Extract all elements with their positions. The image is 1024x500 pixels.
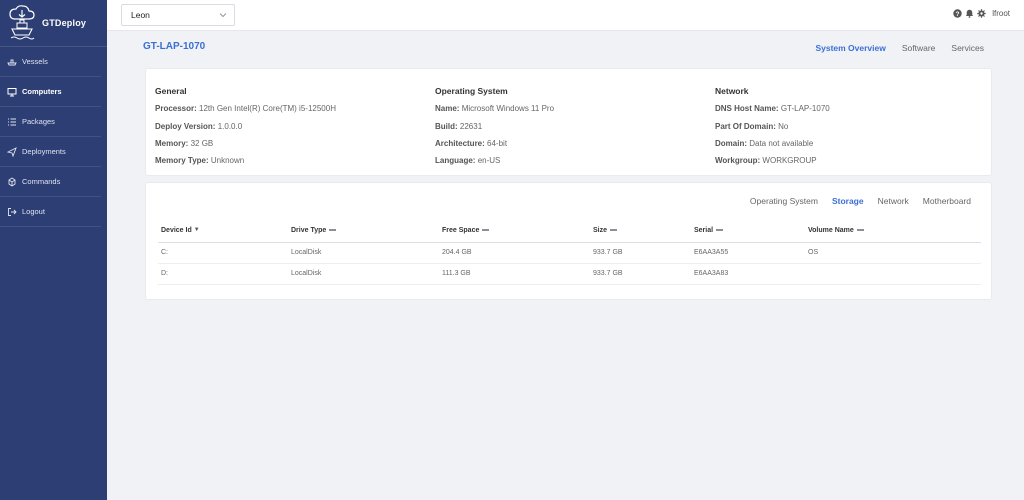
table-row[interactable]: D: LocalDisk 111.3 GB 933.7 GB E6AA3A83 — [158, 263, 981, 285]
info-row-memory-type: Memory Type: Unknown — [155, 156, 245, 166]
app-logo[interactable]: GTDeploy — [0, 0, 107, 47]
sidebar-item-deployments[interactable]: Deployments — [0, 137, 101, 167]
page-title: GT-LAP-1070 — [143, 41, 206, 52]
column-header-serial[interactable]: Serial — [691, 220, 805, 243]
cell-size: 933.7 GB — [590, 263, 691, 285]
app-name: GTDeploy — [42, 18, 87, 28]
bell-icon[interactable] — [965, 9, 974, 18]
tab-software[interactable]: Software — [902, 43, 936, 53]
user-area: ? lfroot — [953, 9, 1010, 18]
sidebar-item-logout[interactable]: Logout — [0, 197, 101, 227]
table-row[interactable]: C: LocalDisk 204.4 GB 933.7 GB E6AA3A55 … — [158, 242, 981, 264]
cloud-ship-logo-icon — [8, 5, 36, 41]
site-select[interactable]: Leon — [121, 4, 235, 26]
general-section: General Processor: 12th Gen Intel(R) Cor… — [155, 83, 336, 169]
main-content: GT-LAP-1070 System Overview Software Ser… — [107, 31, 1024, 500]
sidebar-item-packages[interactable]: Packages — [0, 107, 101, 137]
section-heading: General — [155, 86, 187, 96]
tab-storage[interactable]: Storage — [832, 196, 864, 206]
cell-serial: E6AA3A55 — [691, 242, 805, 264]
sort-icon — [482, 229, 490, 232]
column-header-device-id[interactable]: Device Id ▼ — [158, 220, 288, 243]
list-icon — [7, 117, 17, 127]
svg-text:?: ? — [956, 11, 960, 18]
info-row-architecture: Architecture: 64-bit — [435, 138, 508, 148]
tab-network[interactable]: Network — [878, 196, 909, 206]
sort-icon — [329, 229, 337, 232]
send-icon — [7, 146, 17, 157]
gear-icon[interactable] — [977, 9, 986, 18]
page-tabs: System Overview Software Services — [815, 43, 984, 53]
column-header-volume-name[interactable]: Volume Name — [805, 220, 981, 243]
operating-system-section: Operating System Name: Microsoft Windows… — [435, 83, 554, 169]
user-name[interactable]: lfroot — [992, 9, 1010, 18]
page-header: GT-LAP-1070 System Overview Software Ser… — [107, 31, 1024, 64]
system-info-card: General Processor: 12th Gen Intel(R) Cor… — [145, 68, 992, 176]
info-row-os-name: Name: Microsoft Windows 11 Pro — [435, 104, 555, 114]
sort-icon — [716, 229, 724, 232]
info-row-build: Build: 22631 — [435, 121, 483, 131]
cell-volume-name — [805, 263, 981, 285]
storage-table: Device Id ▼ Drive Type Free Space Size Se… — [158, 220, 981, 285]
sidebar-item-vessels[interactable]: Vessels — [0, 47, 101, 77]
details-card: Operating System Storage Network Motherb… — [145, 182, 992, 300]
cell-size: 933.7 GB — [590, 242, 691, 264]
info-row-dns-host-name: DNS Host Name: GT-LAP-1070 — [715, 104, 830, 114]
sidebar-item-label: Vessels — [22, 57, 48, 66]
site-select-value: Leon — [131, 10, 150, 20]
column-header-size[interactable]: Size — [590, 220, 691, 243]
tab-services[interactable]: Services — [951, 43, 984, 53]
cell-device-id: D: — [158, 263, 288, 285]
computer-icon — [7, 87, 17, 97]
sidebar-nav: Vessels Computers Packages Deployments C… — [0, 47, 107, 227]
logout-icon — [7, 207, 17, 217]
top-bar: Leon ? lfroot — [107, 0, 1024, 31]
info-row-workgroup: Workgroup: WORKGROUP — [715, 156, 817, 166]
tab-operating-system[interactable]: Operating System — [750, 196, 818, 206]
cell-free-space: 111.3 GB — [439, 263, 590, 285]
column-header-free-space[interactable]: Free Space — [439, 220, 590, 243]
table-header-row: Device Id ▼ Drive Type Free Space Size Se… — [158, 220, 981, 243]
info-row-language: Language: en-US — [435, 156, 501, 166]
section-heading: Network — [715, 86, 749, 96]
sidebar-item-label: Logout — [22, 207, 45, 216]
commands-icon — [7, 176, 17, 187]
cell-free-space: 204.4 GB — [439, 242, 590, 264]
sort-icon — [610, 229, 618, 232]
tab-motherboard[interactable]: Motherboard — [923, 196, 971, 206]
info-row-part-of-domain: Part Of Domain: No — [715, 121, 789, 131]
help-icon[interactable]: ? — [953, 9, 962, 18]
sidebar-item-label: Packages — [22, 117, 55, 126]
detail-tabs: Operating System Storage Network Motherb… — [750, 196, 971, 206]
cell-drive-type: LocalDisk — [288, 242, 439, 264]
info-row-processor: Processor: 12th Gen Intel(R) Core(TM) i5… — [155, 104, 336, 114]
sidebar: GTDeploy Vessels Computers Packages Depl… — [0, 0, 107, 500]
sort-down-icon: ▼ — [193, 227, 200, 234]
cell-device-id: C: — [158, 242, 288, 264]
sidebar-item-commands[interactable]: Commands — [0, 167, 101, 197]
info-row-deploy-version: Deploy Version: 1.0.0.0 — [155, 121, 243, 131]
sidebar-item-label: Deployments — [22, 147, 66, 156]
section-heading: Operating System — [435, 86, 508, 96]
tab-system-overview[interactable]: System Overview — [815, 43, 885, 53]
sidebar-item-label: Computers — [22, 87, 62, 96]
sidebar-item-label: Commands — [22, 177, 61, 186]
sort-icon — [856, 229, 864, 232]
info-row-domain: Domain: Data not available — [715, 138, 814, 148]
cell-volume-name: OS — [805, 242, 981, 264]
cell-serial: E6AA3A83 — [691, 263, 805, 285]
chevron-down-icon — [219, 11, 227, 19]
column-header-drive-type[interactable]: Drive Type — [288, 220, 439, 243]
info-row-memory: Memory: 32 GB — [155, 138, 214, 148]
network-section: Network DNS Host Name: GT-LAP-1070 Part … — [715, 83, 830, 169]
ship-icon — [7, 57, 17, 67]
cell-drive-type: LocalDisk — [288, 263, 439, 285]
sidebar-item-computers[interactable]: Computers — [0, 77, 101, 107]
